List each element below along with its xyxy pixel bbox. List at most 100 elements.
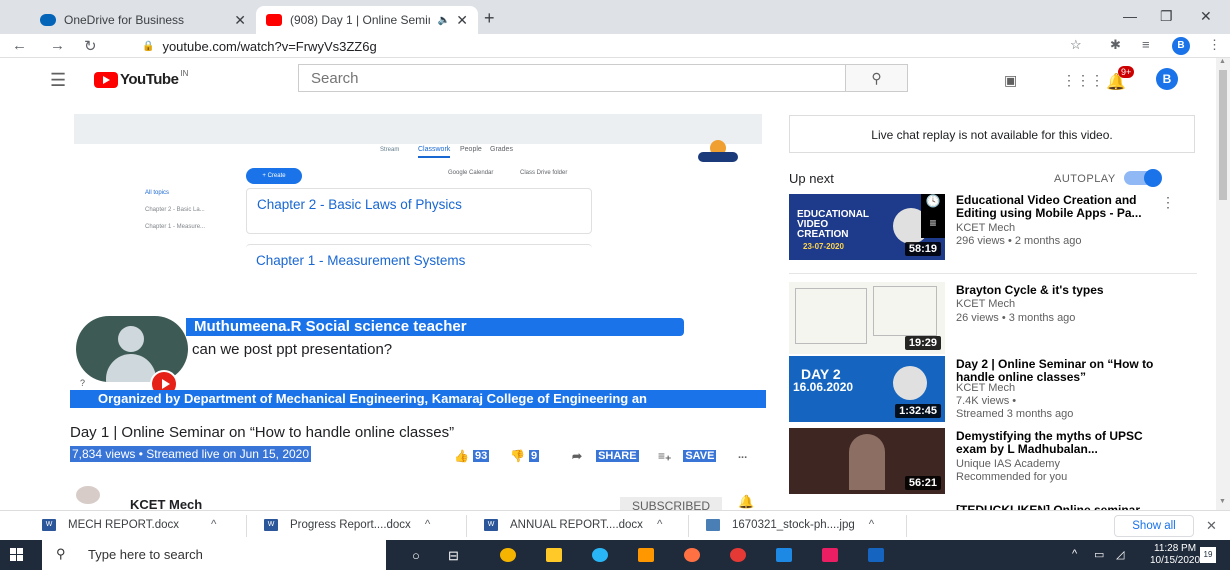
notification-center-icon[interactable]: 19 (1200, 547, 1216, 563)
battery-icon[interactable]: ▭ (1094, 548, 1104, 561)
windows-taskbar: ⚲ Type here to search ○ ⊟ ^ ▭ ◿ 11:28 PM… (0, 540, 1230, 570)
search-icon: ⚲ (871, 70, 882, 86)
back-button[interactable]: ← (12, 37, 27, 54)
chapter-card: Chapter 2 - Basic Laws of Physics (246, 188, 592, 234)
tab-close-icon[interactable]: ✕ (234, 12, 246, 29)
video-thumbnail[interactable]: EDUCATIONAL VIDEO CREATION 23-07-2020 🕓 … (789, 194, 945, 260)
cortana-icon[interactable]: ○ (412, 548, 420, 563)
create-video-icon[interactable]: ▣ (1004, 72, 1017, 89)
network-icon[interactable]: ◿ (1116, 548, 1124, 561)
scroll-down-icon[interactable]: ▼ (1219, 498, 1226, 505)
like-button[interactable]: 👍 93 (454, 449, 490, 463)
recommendation-title[interactable]: Brayton Cycle & it's types (956, 284, 1176, 297)
recommendation-title-partial[interactable]: [TEDUCKLIKEN] Online seminar (956, 500, 1196, 510)
recommendation-channel[interactable]: KCET Mech (956, 298, 1015, 310)
youtube-logo[interactable]: YouTube IN (94, 69, 189, 88)
video-player[interactable]: Stream Classwork People Grades + Create … (70, 110, 766, 412)
recommendation-item[interactable]: EDUCATIONAL VIDEO CREATION 23-07-2020 🕓 … (789, 194, 1209, 264)
taskbar-search-placeholder: Type here to search (88, 547, 203, 562)
search-input[interactable]: Search (298, 64, 846, 92)
dislike-button[interactable]: 👎 9 (510, 449, 540, 463)
video-thumbnail[interactable]: 56:21 (789, 428, 945, 494)
chrome-menu-icon[interactable]: ⋮ (1208, 37, 1221, 53)
download-item[interactable]: W ANNUAL REPORT....docx ^ (484, 519, 662, 531)
watch-later-icon[interactable]: 🕓 (921, 194, 945, 216)
file-explorer-icon[interactable] (546, 548, 562, 562)
word-file-icon: W (264, 519, 278, 531)
channel-avatar[interactable] (76, 486, 100, 504)
apps-grid-icon[interactable]: ⋮⋮⋮ (1062, 72, 1104, 89)
autoplay-toggle[interactable] (1124, 169, 1162, 187)
more-actions-button[interactable]: ... (738, 449, 747, 461)
profile-avatar[interactable]: B (1172, 37, 1190, 55)
tab-close-icon[interactable]: ✕ (456, 12, 468, 29)
menu-icon[interactable]: ☰ (50, 70, 66, 91)
opera-icon[interactable] (730, 548, 746, 562)
new-tab-button[interactable]: + (484, 8, 495, 29)
page-scrollbar[interactable]: ▲ ▼ (1216, 58, 1230, 510)
close-window-button[interactable]: ✕ (1200, 8, 1212, 25)
chevron-up-icon[interactable]: ^ (869, 519, 874, 531)
save-button[interactable]: ≡₊ SAVE (658, 449, 717, 463)
thumb-date: 16.06.2020 (793, 380, 854, 394)
more-options-icon[interactable]: ⋮ (1161, 194, 1175, 211)
close-downloads-icon[interactable]: ✕ (1206, 518, 1217, 534)
speaker-icon[interactable]: 🔈 (438, 15, 450, 26)
chevron-up-icon[interactable]: ^ (211, 519, 216, 531)
forward-button[interactable]: → (50, 37, 65, 54)
recommendation-title[interactable]: Day 2 | Online Seminar on “How to handle… (956, 358, 1176, 384)
tab-youtube[interactable]: (908) Day 1 | Online Seminar 🔈 ✕ (256, 6, 478, 34)
share-button[interactable]: ➦ SHARE (572, 449, 639, 463)
recommendation-title[interactable]: Demystifying the myths of UPSC exam by L… (956, 430, 1176, 456)
powerpoint-icon[interactable] (822, 548, 838, 562)
vlc-icon[interactable] (638, 548, 654, 562)
video-meta: 7,834 views • Streamed live on Jun 15, 2… (70, 446, 312, 462)
chevron-up-icon[interactable]: ^ (657, 519, 662, 531)
search-button[interactable]: ⚲ (846, 64, 908, 92)
recommendation-channel[interactable]: KCET Mech (956, 222, 1015, 234)
download-item[interactable]: 1670321_stock-ph....jpg ^ (706, 519, 874, 531)
drive-link: Class Drive folder (520, 170, 568, 176)
notification-bell-icon[interactable]: 🔔 (738, 494, 754, 510)
tab-label: OneDrive for Business (64, 13, 185, 27)
scrollbar-thumb[interactable] (1219, 70, 1227, 200)
download-item[interactable]: W MECH REPORT.docx ^ (42, 519, 216, 531)
word-icon[interactable] (868, 548, 884, 562)
firefox-icon[interactable] (684, 548, 700, 562)
recommendation-channel[interactable]: Unique IAS Academy (956, 458, 1060, 470)
minimize-button[interactable]: — (1123, 8, 1137, 24)
add-to-queue-icon[interactable]: ≡ (921, 216, 945, 238)
extensions-icon[interactable]: ✱ (1110, 37, 1121, 53)
scroll-up-icon[interactable]: ▲ (1219, 58, 1226, 65)
video-thumbnail[interactable]: DAY 2 16.06.2020 1:32:45 (789, 356, 945, 422)
topic-item: All topics (145, 190, 170, 196)
logo-region: IN (180, 69, 189, 78)
edge-icon[interactable] (592, 548, 608, 562)
reading-list-icon[interactable]: ≡ (1142, 37, 1150, 52)
download-item[interactable]: W Progress Report....docx ^ (264, 519, 430, 531)
chrome-icon[interactable] (500, 548, 516, 562)
url-bar[interactable]: 🔒 youtube.com/watch?v=FrwyVs3ZZ6g (142, 36, 1132, 56)
show-all-button[interactable]: Show all (1114, 515, 1194, 537)
calendar-link: Google Calendar (448, 170, 494, 176)
tab-onedrive[interactable]: OneDrive for Business ✕ (30, 6, 256, 34)
star-icon[interactable]: ☆ (1070, 37, 1082, 53)
recommendation-item[interactable]: DAY 2 16.06.2020 1:32:45 Day 2 | Online … (789, 356, 1209, 422)
tray-chevron-icon[interactable]: ^ (1072, 548, 1077, 560)
store-icon[interactable] (776, 548, 792, 562)
account-avatar[interactable]: B (1156, 68, 1178, 90)
recommendation-title[interactable]: Educational Video Creation and Editing u… (956, 194, 1176, 220)
reload-button[interactable]: ↻ (84, 37, 97, 55)
task-view-icon[interactable]: ⊟ (448, 548, 459, 564)
recommendation-item[interactable]: 56:21 Demystifying the myths of UPSC exa… (789, 428, 1209, 494)
windows-start-icon[interactable] (10, 548, 24, 562)
video-thumbnail[interactable]: 19:29 (789, 282, 945, 354)
recommendation-item[interactable]: 19:29 Brayton Cycle & it's types KCET Me… (789, 282, 1209, 354)
recommendation-channel[interactable]: KCET Mech (956, 382, 1015, 394)
chevron-up-icon[interactable]: ^ (425, 519, 430, 531)
info-icon: ? (80, 378, 86, 388)
taskbar-search-input[interactable]: ⚲ Type here to search (42, 540, 386, 570)
logo-text: YouTube (120, 71, 179, 88)
restore-button[interactable]: ❐ (1160, 8, 1173, 25)
taskbar-clock[interactable]: 11:28 PM 10/15/2020 (1150, 543, 1200, 567)
